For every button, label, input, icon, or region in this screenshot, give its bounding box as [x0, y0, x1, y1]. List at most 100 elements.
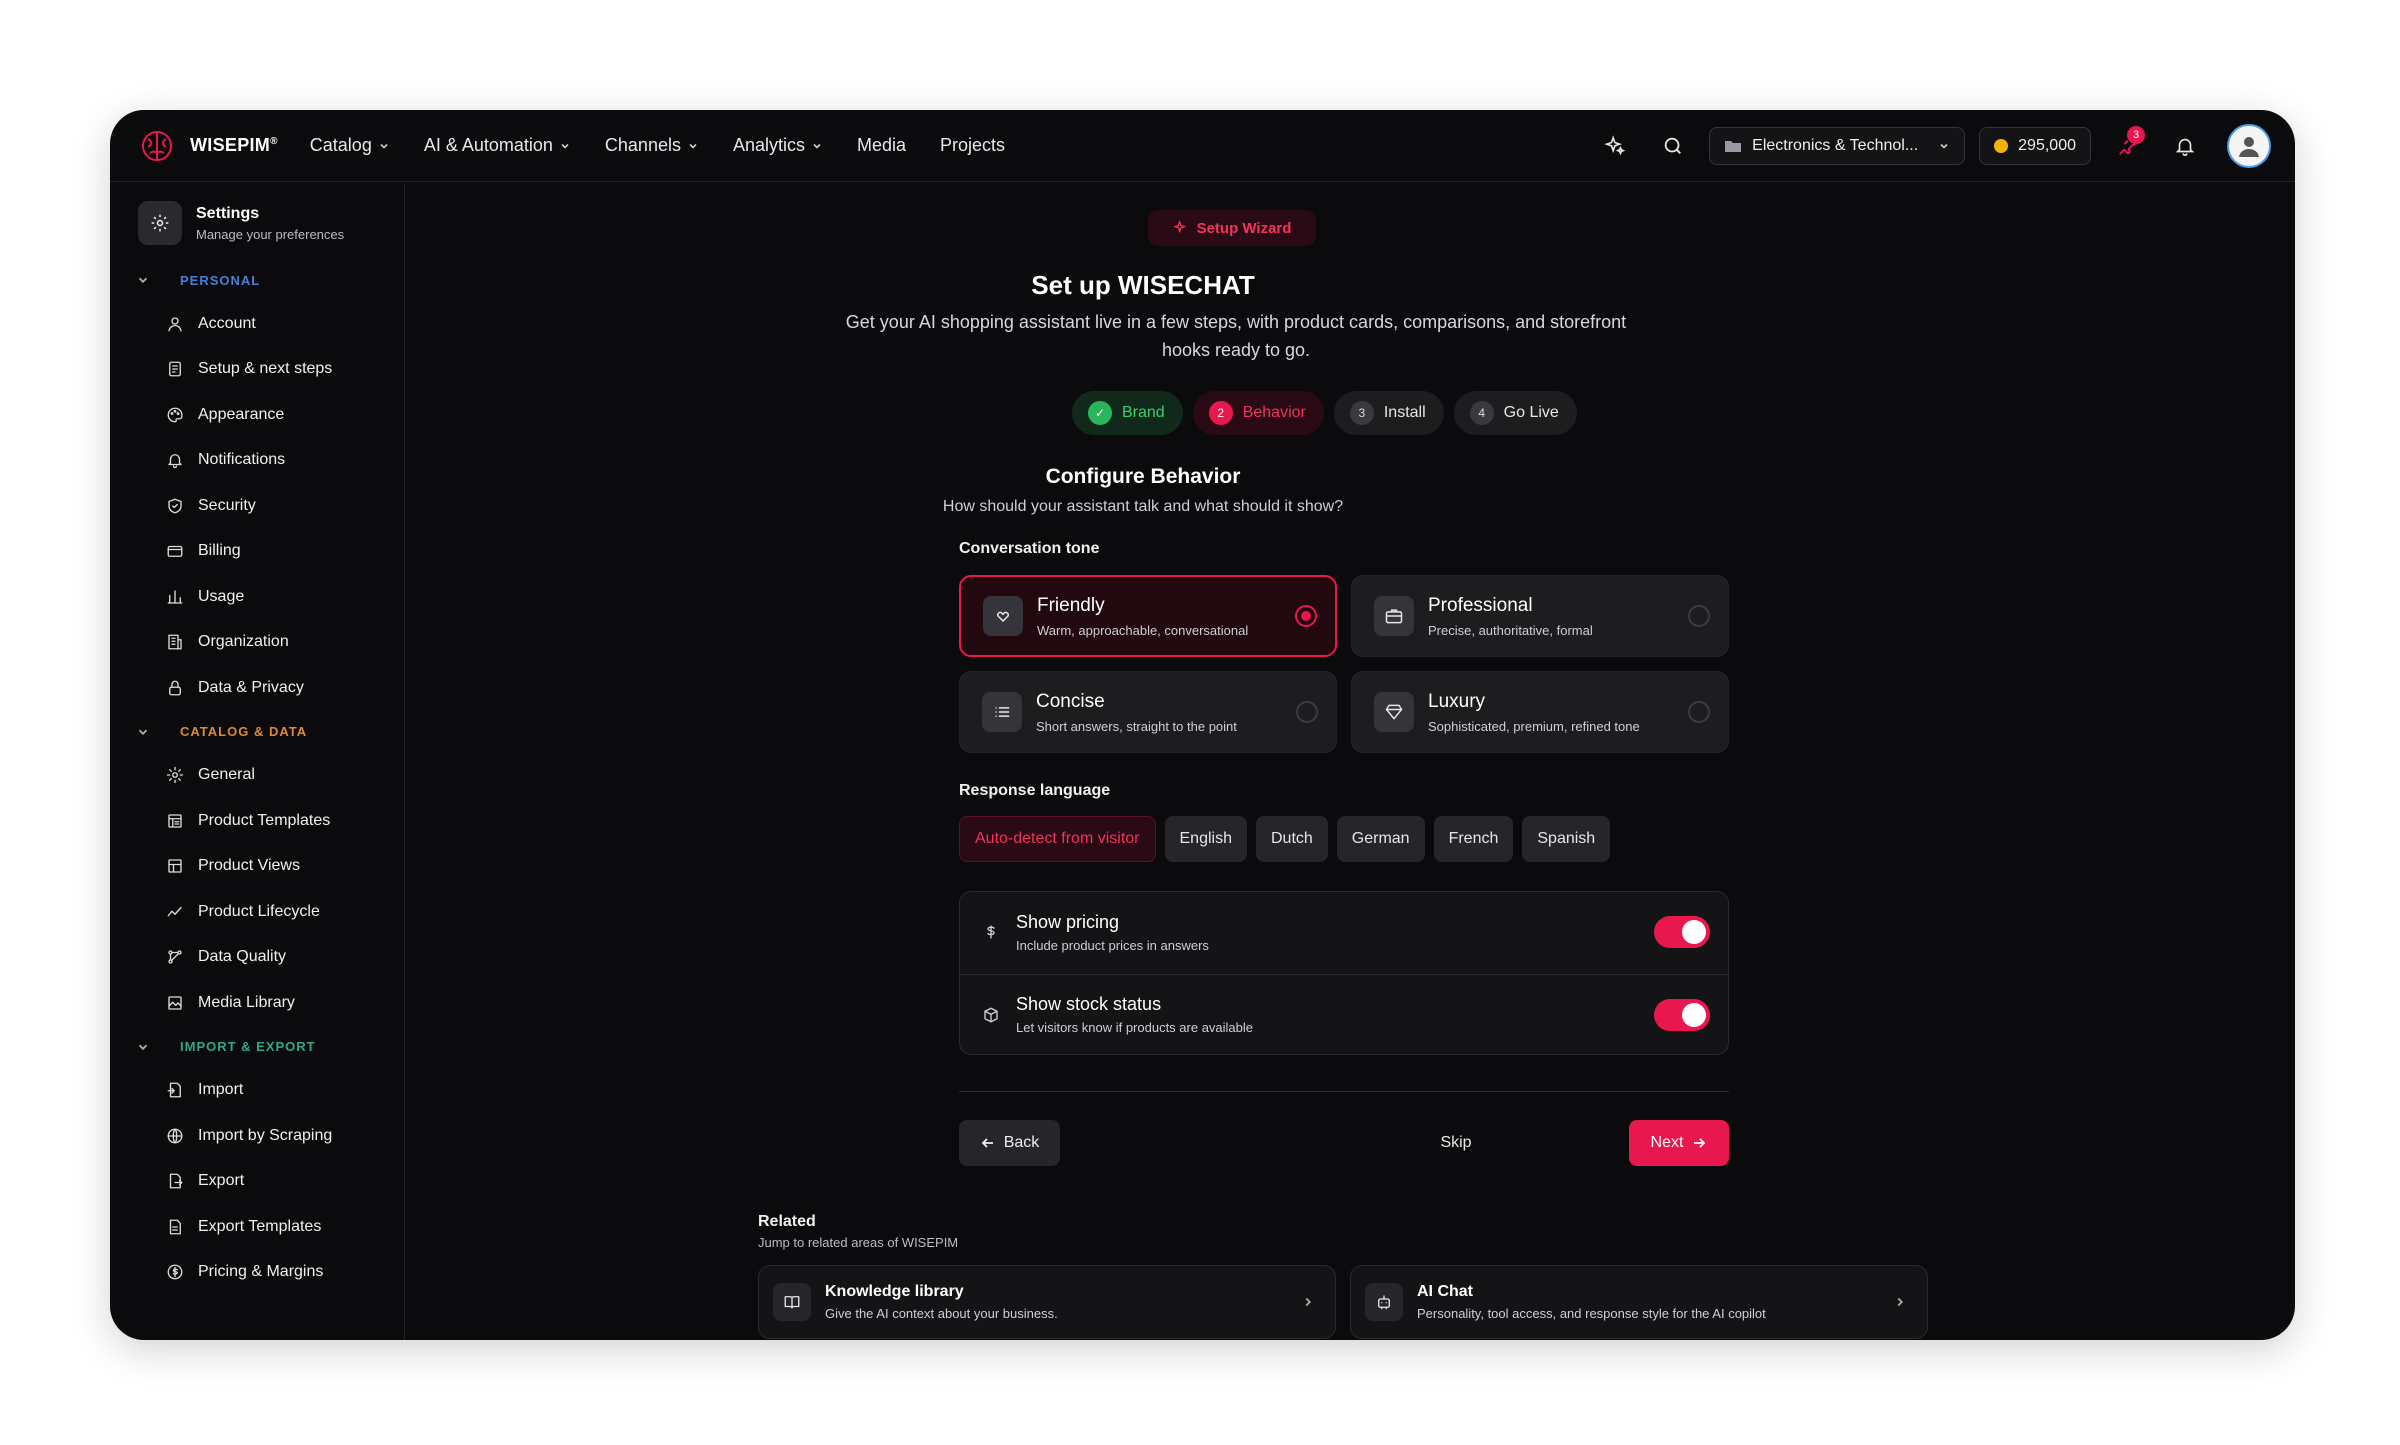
section-title: Configure Behavior — [1045, 465, 1241, 488]
next-button[interactable]: Next — [1629, 1120, 1729, 1166]
toggle-text: Show pricing Include product prices in an… — [1016, 912, 1209, 953]
notifications-button[interactable] — [2163, 124, 2207, 168]
step-go-live[interactable]: 4 Go Live — [1453, 391, 1577, 435]
show-stock-status-switch[interactable] — [1654, 998, 1710, 1031]
sidebar-item-billing[interactable]: Billing — [110, 529, 404, 575]
nav-media[interactable]: Media — [857, 135, 906, 156]
step-label: Install — [1383, 404, 1426, 421]
sidebar-item-import-by-scraping[interactable]: Import by Scraping — [110, 1113, 404, 1159]
search-button[interactable] — [1651, 124, 1695, 168]
related-card-ai-chat[interactable]: AI Chat Personality, tool access, and res… — [1350, 1265, 1928, 1339]
notification-badge: 3 — [2127, 125, 2145, 144]
sidebar-item-usage[interactable]: Usage — [110, 574, 404, 620]
sidebar-item-pricing-margins[interactable]: Pricing & Margins — [110, 1250, 404, 1296]
sidebar-item-data-quality[interactable]: Data Quality — [110, 935, 404, 981]
language-english[interactable]: English — [1164, 816, 1247, 862]
bell-icon — [166, 451, 184, 469]
sidebar-item-data-privacy[interactable]: Data & Privacy — [110, 665, 404, 711]
sidebar-item-organization[interactable]: Organization — [110, 620, 404, 666]
toggle-row-show-stock-status: Show stock status Let visitors know if pr… — [960, 974, 1728, 1054]
language-dutch[interactable]: Dutch — [1255, 816, 1328, 862]
main-nav: Catalog AI & Automation Channels Analytics M… — [310, 135, 1005, 156]
nav-label: Analytics — [732, 135, 805, 155]
sidebar-item-label: Security — [198, 496, 256, 514]
sidebar-item-media-library[interactable]: Media Library — [110, 980, 404, 1026]
nav-label: Catalog — [309, 135, 372, 155]
nav-analytics[interactable]: Analytics — [733, 135, 823, 156]
sidebar-item-label: Import by Scraping — [198, 1126, 333, 1144]
image-icon — [166, 994, 184, 1012]
user-avatar[interactable] — [2227, 123, 2271, 168]
tone-option-concise[interactable]: Concise Short answers, straight to the po… — [959, 671, 1337, 753]
related-card-text: Knowledge library Give the AI context abo… — [825, 1283, 1058, 1321]
sidebar-group-catalog-data[interactable]: CATALOG & DATA — [110, 719, 404, 745]
template-icon — [166, 812, 184, 830]
related-card-knowledge-library[interactable]: Knowledge library Give the AI context abo… — [758, 1265, 1336, 1339]
step-install[interactable]: 3 Install — [1333, 391, 1444, 435]
sidebar-group-personal[interactable]: PERSONAL — [110, 267, 404, 293]
sidebar-item-label: Organization — [198, 633, 289, 651]
display-toggles: Show pricing Include product prices in an… — [959, 891, 1729, 1055]
step-brand[interactable]: ✓ Brand — [1072, 391, 1183, 435]
nav-label: Projects — [940, 135, 1006, 155]
tone-radio[interactable] — [1295, 605, 1317, 627]
tone-option-luxury[interactable]: Luxury Sophisticated, premium, refined to… — [1351, 671, 1729, 753]
sidebar-item-product-templates[interactable]: Product Templates — [110, 798, 404, 844]
related-card-desc: Give the AI context about your business. — [825, 1306, 1058, 1321]
sidebar-item-import[interactable]: Import — [110, 1068, 404, 1114]
nav-catalog[interactable]: Catalog — [310, 135, 390, 156]
toggle-title: Show pricing — [1016, 911, 1120, 932]
file-export-icon — [166, 1172, 184, 1190]
sidebar-item-general[interactable]: General — [110, 753, 404, 799]
sidebar-item-appearance[interactable]: Appearance — [110, 392, 404, 438]
credits-display[interactable]: 295,000 — [1979, 126, 2091, 165]
nav-ai-automation[interactable]: AI & Automation — [424, 135, 571, 156]
language-auto-detect-from-visitor[interactable]: Auto-detect from visitor — [959, 816, 1156, 862]
bot-icon — [1365, 1283, 1403, 1321]
sidebar-item-product-lifecycle[interactable]: Product Lifecycle — [110, 889, 404, 935]
tone-option-friendly[interactable]: Friendly Warm, approachable, conversation… — [959, 575, 1337, 657]
tone-text: Friendly Warm, approachable, conversation… — [1037, 595, 1248, 638]
sidebar-item-setup-next-steps[interactable]: Setup & next steps — [110, 347, 404, 393]
sidebar-item-label: Product Lifecycle — [198, 902, 320, 920]
back-button[interactable]: Back — [959, 1120, 1060, 1166]
chevron-down-icon — [378, 140, 390, 152]
tone-label: Conversation tone — [959, 540, 1100, 557]
related-subtitle: Jump to related areas of WISEPIM — [758, 1235, 959, 1250]
step-behavior[interactable]: 2 Behavior — [1192, 391, 1324, 435]
flow-icon — [166, 948, 184, 966]
user-icon — [166, 315, 184, 333]
tone-radio[interactable] — [1296, 701, 1318, 723]
sidebar-item-label: Export — [198, 1172, 245, 1190]
toggle-row-show-pricing: Show pricing Include product prices in an… — [960, 892, 1728, 972]
language-french[interactable]: French — [1433, 816, 1514, 862]
skip-button[interactable]: Skip — [1426, 1120, 1486, 1166]
language-spanish[interactable]: Spanish — [1522, 816, 1611, 862]
logo[interactable]: WISEPIM® — [138, 127, 278, 165]
step-number: 2 — [1208, 401, 1233, 425]
sidebar-item-notifications[interactable]: Notifications — [110, 438, 404, 484]
tone-option-professional[interactable]: Professional Precise, authoritative, form… — [1351, 575, 1729, 657]
pin-button[interactable]: 3 — [2105, 124, 2149, 168]
workspace-select[interactable]: Electronics & Technol... — [1709, 126, 1966, 165]
language-german[interactable]: German — [1336, 816, 1425, 862]
sidebar-item-export-templates[interactable]: Export Templates — [110, 1204, 404, 1250]
tone-radio[interactable] — [1688, 605, 1710, 627]
next-label: Next — [1650, 1134, 1684, 1151]
show-pricing-switch[interactable] — [1654, 916, 1710, 948]
nav-projects[interactable]: Projects — [940, 135, 1005, 156]
step-label: Brand — [1122, 404, 1165, 421]
tone-desc: Warm, approachable, conversational — [1037, 622, 1249, 638]
sidebar-item-account[interactable]: Account — [110, 301, 404, 347]
sidebar-group-import-export[interactable]: IMPORT & EXPORT — [110, 1034, 404, 1060]
nav-channels[interactable]: Channels — [605, 135, 699, 156]
sidebar-item-label: Export Templates — [198, 1217, 322, 1235]
sidebar-item-label: Setup & next steps — [198, 360, 333, 378]
avatar-icon — [2236, 133, 2262, 159]
sidebar-item-security[interactable]: Security — [110, 483, 404, 529]
sparkles-button[interactable] — [1593, 124, 1637, 168]
tone-radio[interactable] — [1688, 701, 1710, 723]
sidebar-item-export[interactable]: Export — [110, 1159, 404, 1205]
sidebar-item-product-views[interactable]: Product Views — [110, 844, 404, 890]
